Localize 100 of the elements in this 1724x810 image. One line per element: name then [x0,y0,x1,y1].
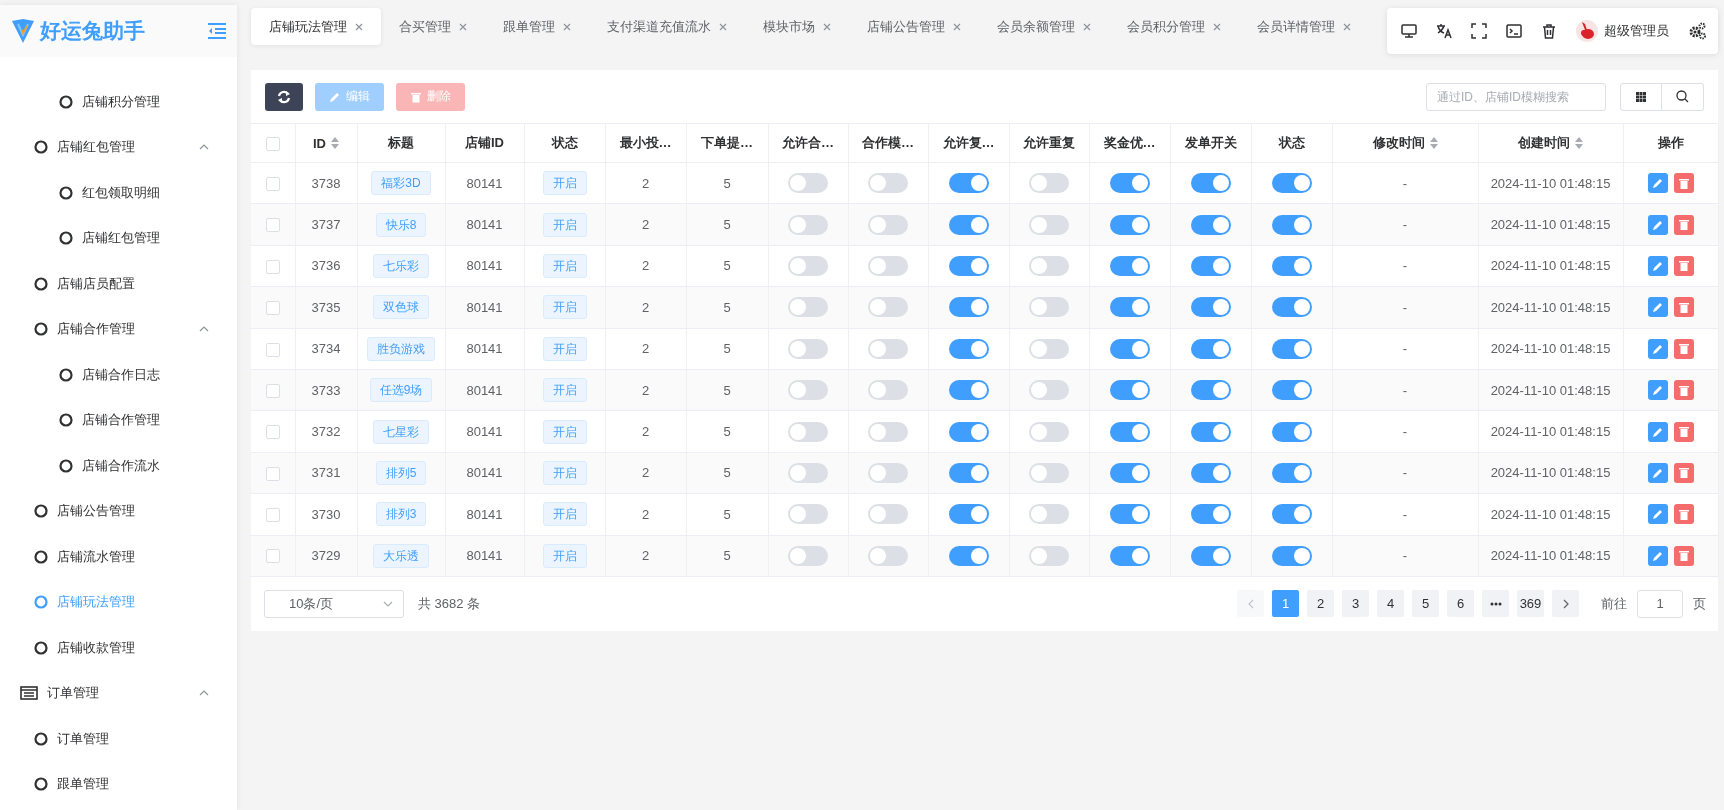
close-icon[interactable] [719,22,727,31]
column-header[interactable]: ID [313,135,339,151]
sidebar-item[interactable]: 店铺合作管理 [0,397,237,443]
close-icon[interactable] [1213,22,1221,31]
toggle-switch[interactable] [1109,462,1150,483]
toggle-switch[interactable] [948,214,989,235]
toggle-switch[interactable] [1190,421,1231,442]
edit-button[interactable] [1647,255,1668,276]
toggle-switch[interactable] [1271,173,1312,194]
checkbox[interactable] [265,383,280,398]
toggle-switch[interactable] [1109,545,1150,566]
toggle-switch[interactable] [788,338,828,359]
page-button[interactable]: 369 [1517,590,1544,618]
toggle-switch[interactable] [788,173,828,194]
sidebar-item[interactable]: 店铺合作管理 [0,306,237,352]
toggle-switch[interactable] [868,255,908,276]
toggle-switch[interactable] [1109,173,1150,194]
close-icon[interactable] [563,22,571,31]
tab[interactable]: 店铺公告管理 [849,8,979,45]
page-size-select[interactable]: 10条/页 [264,589,404,618]
toggle-switch[interactable] [1190,338,1231,359]
checkbox[interactable] [265,466,280,481]
sidebar-item[interactable]: 店铺红包管理 [0,124,237,170]
toggle-switch[interactable] [948,255,989,276]
search-field[interactable]: 通过ID、店铺ID模糊搜索 [1426,82,1606,111]
checkbox[interactable] [265,176,280,191]
checkbox[interactable] [265,549,280,564]
page-button[interactable]: 3 [1342,590,1369,618]
edit-button[interactable] [1647,380,1668,401]
toggle-switch[interactable] [1271,504,1312,525]
tab[interactable]: 支付渠道充值流水 [589,8,745,45]
delete-button[interactable] [1673,173,1694,194]
toggle-switch[interactable] [788,504,828,525]
close-icon[interactable] [459,22,467,31]
checkbox[interactable] [265,425,280,440]
sidebar-item[interactable]: 订单管理 [0,670,237,716]
toggle-switch[interactable] [1190,214,1231,235]
edit-button[interactable] [1647,214,1668,235]
toggle-switch[interactable] [1271,214,1312,235]
toggle-switch[interactable] [948,338,989,359]
sidebar-item[interactable]: 店铺积分管理 [0,79,237,125]
checkbox[interactable] [265,301,280,316]
toggle-switch[interactable] [1271,380,1312,401]
sidebar-item[interactable]: 店铺流水管理 [0,534,237,580]
toggle-switch[interactable] [1190,462,1231,483]
delete-button[interactable] [1673,297,1694,318]
toggle-switch[interactable] [948,462,989,483]
tab[interactable]: 合买管理 [381,8,485,45]
toggle-switch[interactable] [788,545,828,566]
toggle-switch[interactable] [1109,504,1150,525]
toggle-switch[interactable] [1029,545,1069,566]
sidebar-item[interactable]: 店铺公告管理 [0,488,237,534]
edit-button[interactable] [1647,338,1668,359]
toggle-switch[interactable] [1271,297,1312,318]
close-icon[interactable] [1083,22,1091,31]
toggle-switch[interactable] [868,214,908,235]
delete-button[interactable] [1673,504,1694,525]
toggle-switch[interactable] [1271,421,1312,442]
toggle-switch[interactable] [1190,297,1231,318]
close-icon[interactable] [355,22,363,31]
toggle-switch[interactable] [1029,214,1069,235]
delete-button[interactable] [1673,214,1694,235]
more-pages-button[interactable] [1482,590,1509,618]
toggle-switch[interactable] [868,380,908,401]
delete-button[interactable] [1673,545,1694,566]
tab[interactable]: 会员详情管理 [1239,8,1369,45]
menu-fold-icon[interactable] [207,23,227,39]
edit-button[interactable] [1647,545,1668,566]
toggle-switch[interactable] [788,462,828,483]
toggle-switch[interactable] [1029,297,1069,318]
sidebar-item[interactable]: 跟单管理 [0,761,237,807]
toggle-switch[interactable] [868,545,908,566]
toggle-switch[interactable] [868,421,908,442]
delete-button[interactable] [1673,421,1694,442]
toggle-switch[interactable] [948,173,989,194]
edit-button[interactable] [1647,173,1668,194]
toggle-switch[interactable] [948,380,989,401]
toggle-switch[interactable] [1109,338,1150,359]
page-input[interactable]: 1 [1637,589,1683,618]
toggle-switch[interactable] [788,214,828,235]
sidebar-item[interactable]: 店铺合作流水 [0,443,237,489]
checkbox[interactable] [265,136,280,151]
tab[interactable]: 会员积分管理 [1109,8,1239,45]
toggle-switch[interactable] [868,173,908,194]
terminal-icon[interactable] [1506,23,1522,39]
toggle-switch[interactable] [868,462,908,483]
toggle-switch[interactable] [1029,421,1069,442]
toggle-switch[interactable] [1271,462,1312,483]
toggle-switch[interactable] [948,504,989,525]
close-icon[interactable] [823,22,831,31]
checkbox[interactable] [265,342,280,357]
toggle-switch[interactable] [1271,338,1312,359]
toggle-switch[interactable] [868,338,908,359]
user-menu[interactable]: 超级管理员 [1576,20,1669,42]
edit-button[interactable] [1647,421,1668,442]
toggle-switch[interactable] [868,297,908,318]
translate-icon[interactable] [1436,23,1452,39]
toggle-switch[interactable] [948,297,989,318]
toggle-switch[interactable] [788,421,828,442]
fullscreen-icon[interactable] [1471,23,1487,39]
